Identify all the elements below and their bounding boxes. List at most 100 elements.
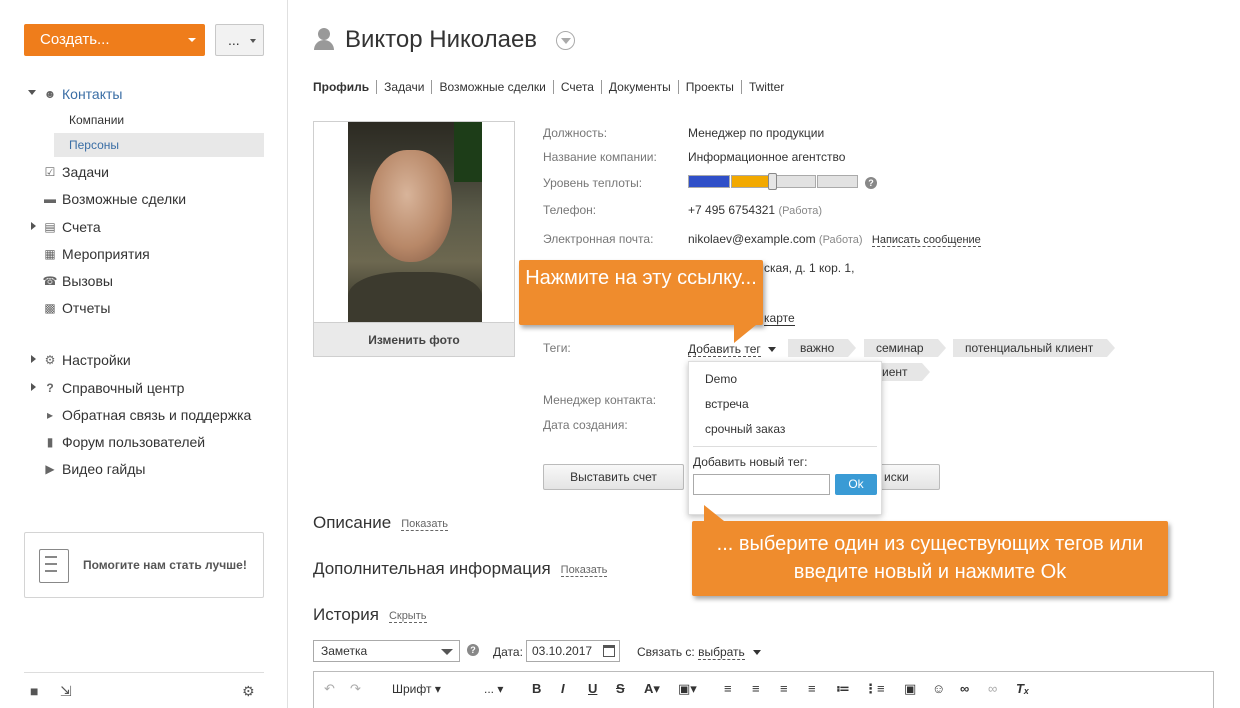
sidebar-footer: ■ ⇲ ⚙ (24, 672, 264, 708)
sidebar-item-label: Видео гайды (62, 461, 146, 477)
chevron-down-icon (441, 649, 453, 655)
date-input[interactable]: 03.10.2017 (526, 640, 620, 662)
expand-arrow-icon[interactable] (28, 90, 36, 95)
align-right-icon[interactable]: ≡ (780, 681, 788, 696)
unlink-icon[interactable]: ∞ (988, 681, 997, 696)
email-label: Электронная почта: (543, 232, 654, 246)
tab-twitter[interactable]: Twitter (740, 80, 791, 94)
tag-chip[interactable]: важно (788, 339, 857, 357)
tab-projects[interactable]: Проекты (677, 80, 741, 94)
background-color-icon[interactable]: ▣▾ (678, 681, 697, 697)
warmth-segment[interactable] (688, 175, 730, 188)
numbered-list-icon[interactable]: ≔ (836, 681, 850, 697)
expand-arrow-icon[interactable] (31, 222, 36, 230)
chat-icon: ▮ (46, 435, 54, 449)
chat-icon[interactable]: ■ (30, 683, 38, 699)
change-photo-button[interactable]: Изменить фото (314, 322, 514, 356)
tab-profile[interactable]: Профиль (313, 80, 376, 94)
video-icon: ▶ (45, 462, 55, 476)
sidebar-subitem-persons[interactable]: Персоны (54, 133, 264, 157)
expand-arrow-icon[interactable] (31, 355, 36, 363)
bold-icon[interactable]: B (532, 681, 541, 696)
size-select[interactable]: ... ▾ (484, 682, 503, 696)
date-label: Дата: (493, 645, 523, 659)
tag-option[interactable]: встреча (705, 397, 749, 411)
invoice-button[interactable]: Выставить счет (543, 464, 684, 490)
clear-format-icon[interactable]: Tₓ (1016, 681, 1029, 696)
map-link[interactable]: карте (764, 312, 795, 326)
tab-tasks[interactable]: Задачи (376, 80, 431, 94)
warmth-meter[interactable] (688, 173, 858, 190)
calendar-icon[interactable] (603, 645, 615, 657)
redo-icon[interactable]: ↷ (350, 681, 361, 697)
chevron-down-icon[interactable] (556, 31, 575, 50)
calendar-icon: ▦ (44, 247, 56, 261)
add-tag-label[interactable]: Добавить тег (688, 342, 761, 357)
add-tag-link[interactable]: Добавить тег (688, 342, 777, 357)
warmth-label: Уровень теплоты: (543, 176, 643, 190)
warmth-segment[interactable] (817, 175, 858, 188)
hide-link[interactable]: Скрыть (388, 609, 427, 623)
expand-icon[interactable]: ⇲ (60, 683, 72, 700)
gear-icon: ⚙ (44, 353, 56, 367)
warmth-segment[interactable] (774, 175, 816, 188)
tags-label: Теги: (543, 341, 571, 355)
align-left-icon[interactable]: ≡ (724, 681, 732, 696)
ok-button[interactable]: Ok (835, 474, 877, 495)
manager-label: Менеджер контакта: (543, 393, 657, 407)
phone-type: (Работа) (778, 205, 823, 217)
secondary-button[interactable]: иски (875, 464, 940, 490)
tag-chip[interactable]: иент (882, 363, 929, 381)
tab-documents[interactable]: Документы (600, 80, 678, 94)
undo-icon[interactable]: ↶ (324, 681, 335, 697)
font-select[interactable]: Шрифт ▾ (392, 682, 441, 696)
underline-icon[interactable]: U (588, 681, 597, 696)
tag-chip[interactable]: потенциальный клиент (953, 339, 1116, 357)
more-button[interactable]: ... (215, 24, 264, 56)
font-color-icon[interactable]: A▾ (644, 681, 660, 697)
image-icon[interactable]: ▣ (904, 681, 916, 697)
help-icon[interactable]: ? (467, 644, 479, 656)
sidebar-subitem-companies[interactable]: Компании (54, 108, 264, 132)
chevron-down-icon (768, 347, 777, 353)
feedback-banner[interactable]: Помогите нам стать лучше! (24, 532, 264, 598)
additional-section: Дополнительная информация Показать (313, 559, 608, 579)
link-with-select[interactable]: выбрать (698, 645, 745, 660)
italic-icon[interactable]: I (561, 681, 565, 696)
chevron-down-icon (753, 650, 762, 656)
tab-deals[interactable]: Возможные сделки (431, 80, 552, 94)
megaphone-icon: ▸ (46, 408, 54, 422)
new-tag-label: Добавить новый тег: (693, 455, 808, 469)
smiley-icon[interactable]: ☺ (932, 681, 945, 696)
show-link[interactable]: Показать (401, 517, 448, 531)
expand-arrow-icon[interactable] (31, 383, 36, 391)
divider (693, 446, 877, 447)
write-message-link[interactable]: Написать сообщение (871, 234, 981, 247)
tag-option[interactable]: срочный заказ (705, 422, 785, 436)
history-type-select[interactable]: Заметка (313, 640, 460, 662)
section-title: Дополнительная информация (313, 559, 551, 578)
link-with: Связать с: выбрать (637, 645, 762, 660)
chevron-down-icon (188, 38, 196, 42)
sidebar-item-label: Настройки (62, 352, 131, 368)
sidebar-item-label: Справочный центр (62, 380, 185, 396)
link-icon[interactable]: ∞ (960, 681, 969, 696)
tab-invoices[interactable]: Счета (552, 80, 601, 94)
warmth-segment[interactable] (731, 175, 773, 188)
strikethrough-icon[interactable]: S (616, 681, 625, 696)
align-justify-icon[interactable]: ≡ (808, 681, 816, 696)
font-label: Шрифт (392, 682, 432, 696)
tag-chip[interactable]: семинар (864, 339, 946, 357)
email-address[interactable]: nikolaev@example.com (688, 232, 816, 246)
help-icon[interactable]: ? (865, 177, 877, 189)
align-center-icon[interactable]: ≡ (752, 681, 760, 696)
warmth-slider-handle[interactable] (768, 173, 777, 190)
bullet-list-icon[interactable]: ⋮≡ (864, 681, 885, 697)
tag-option[interactable]: Demo (705, 372, 737, 386)
page-title: Виктор Николаев (345, 26, 538, 53)
show-link[interactable]: Показать (560, 563, 608, 577)
sidebar-item-label: Счета (62, 219, 101, 235)
new-tag-input[interactable] (693, 474, 830, 495)
create-button[interactable]: Создать... (24, 24, 205, 56)
gear-icon[interactable]: ⚙ (242, 683, 255, 700)
